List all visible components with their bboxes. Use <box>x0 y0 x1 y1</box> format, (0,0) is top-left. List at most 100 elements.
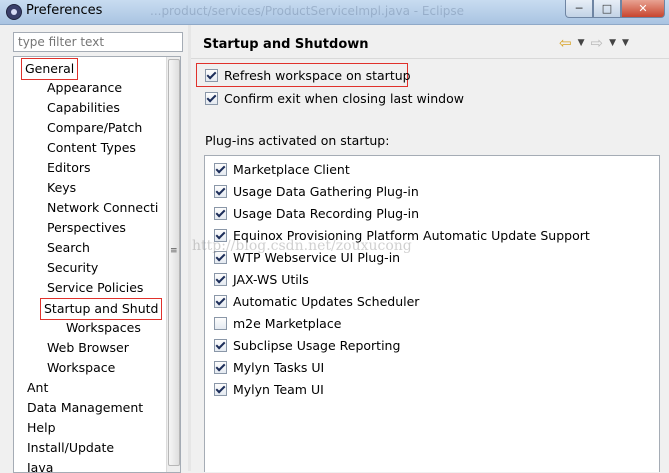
tree-item[interactable]: Appearance <box>44 78 125 98</box>
tree-item[interactable]: Search <box>44 238 93 258</box>
tree-item[interactable]: Security <box>44 258 101 278</box>
tree-item-label: Data Management <box>27 400 144 415</box>
plugin-row[interactable]: WTP Webservice UI Plug-in <box>214 248 400 266</box>
plugin-checkbox[interactable] <box>214 316 227 330</box>
view-menu-icon[interactable]: ▼ <box>622 38 629 48</box>
title-bar: Preferences ...product/services/ProductS… <box>0 0 669 25</box>
plugin-checkbox[interactable] <box>214 382 227 396</box>
tree-item[interactable]: Data Management <box>24 398 146 418</box>
tree-item[interactable]: Web Browser <box>44 338 132 358</box>
plugin-checkbox[interactable] <box>214 360 227 374</box>
back-dropdown-icon[interactable]: ▼ <box>578 38 585 48</box>
plugin-label: WTP Webservice UI Plug-in <box>233 249 401 265</box>
checkbox[interactable] <box>205 68 218 82</box>
tree-item[interactable]: Keys <box>44 178 79 198</box>
tree-item-label: Service Policies <box>47 280 144 295</box>
tree-item[interactable]: Compare/Patch <box>44 118 145 138</box>
tree-item-label: Network Connecti <box>47 200 159 215</box>
plugin-row[interactable]: Subclipse Usage Reporting <box>214 336 400 354</box>
plugin-label: Automatic Updates Scheduler <box>233 293 420 309</box>
title-separator <box>191 58 669 59</box>
plugin-label: m2e Marketplace <box>233 315 342 331</box>
plugin-checkbox[interactable] <box>214 184 227 198</box>
plugins-list: Marketplace Client Usage Data Gathering P… <box>204 155 660 472</box>
tree-item-label: Install/Update <box>27 440 115 455</box>
plugin-row[interactable]: Marketplace Client <box>214 160 350 178</box>
plugin-row[interactable]: Mylyn Tasks UI <box>214 358 324 376</box>
page-navigation: ⇦ ▼ ⇨ ▼ ▼ <box>559 35 629 51</box>
maximize-button[interactable]: □ <box>593 0 621 18</box>
tree-item-label: Startup and Shutd <box>40 298 163 320</box>
tree-item[interactable]: Capabilities <box>44 98 123 118</box>
tree-item[interactable]: Help <box>24 418 59 438</box>
tree-item-label: Workspace <box>47 360 116 375</box>
preferences-navigation: JavaInstall/UpdateHelpData ManagementAnt… <box>0 25 188 473</box>
plugin-checkbox[interactable] <box>214 338 227 352</box>
plugin-label: Usage Data Gathering Plug-in <box>233 183 419 199</box>
tree-item-label: Content Types <box>47 140 136 155</box>
tree-item-label: Perspectives <box>47 220 126 235</box>
plugin-label: Equinox Provisioning Platform Automatic … <box>233 227 590 243</box>
tree-item-label: General <box>21 58 79 80</box>
plugins-label: Plug-ins activated on startup: <box>205 133 390 148</box>
option-confirm-exit[interactable]: Confirm exit when closing last window <box>205 89 464 107</box>
option-label: Confirm exit when closing last window <box>224 90 464 106</box>
plugin-label: Mylyn Team UI <box>233 381 324 397</box>
plugin-checkbox[interactable] <box>214 294 227 308</box>
tree-item[interactable]: Ant <box>24 378 51 398</box>
plugin-checkbox[interactable] <box>214 206 227 220</box>
plugin-label: Mylyn Tasks UI <box>233 359 325 375</box>
plugin-checkbox[interactable] <box>214 228 227 242</box>
tree-item-label: Help <box>27 420 56 435</box>
plugin-checkbox[interactable] <box>214 272 227 286</box>
close-button[interactable]: ✕ <box>621 0 665 18</box>
minimize-button[interactable]: ─ <box>565 0 593 18</box>
back-arrow-icon[interactable]: ⇦ <box>559 35 572 51</box>
page-title: Startup and Shutdown <box>203 37 369 52</box>
tree-item-label: Security <box>47 260 99 275</box>
tree-item-label: Appearance <box>47 80 123 95</box>
window-title: Preferences <box>26 3 103 18</box>
tree-item[interactable]: Network Connecti <box>44 198 161 218</box>
tree-item-label: Editors <box>47 160 91 175</box>
tree-item-label: Capabilities <box>47 100 120 115</box>
plugin-row[interactable]: Equinox Provisioning Platform Automatic … <box>214 226 590 244</box>
option-refresh-workspace[interactable]: Refresh workspace on startup <box>205 66 411 84</box>
plugin-label: Subclipse Usage Reporting <box>233 337 401 353</box>
tree-item[interactable]: Startup and Shutd <box>40 298 163 320</box>
tree-item[interactable]: Workspaces <box>63 318 144 338</box>
tree-item[interactable]: Editors <box>44 158 94 178</box>
plugin-checkbox[interactable] <box>214 162 227 176</box>
tree-item[interactable]: Perspectives <box>44 218 129 238</box>
plugin-row[interactable]: JAX-WS Utils <box>214 270 309 288</box>
eclipse-app-icon <box>6 4 22 20</box>
scroll-grip-icon: ≡ <box>170 246 178 256</box>
filter-input[interactable] <box>13 32 183 52</box>
plugin-row[interactable]: Usage Data Recording Plug-in <box>214 204 419 222</box>
plugin-label: JAX-WS Utils <box>233 271 309 287</box>
plugin-row[interactable]: Automatic Updates Scheduler <box>214 292 419 310</box>
tree-item[interactable]: Content Types <box>44 138 139 158</box>
tree-scrollbar-thumb[interactable] <box>168 59 180 466</box>
tree-item[interactable]: Workspace <box>44 358 118 378</box>
plugin-checkbox[interactable] <box>214 250 227 264</box>
forward-dropdown-icon[interactable]: ▼ <box>609 38 616 48</box>
plugin-row[interactable]: Mylyn Team UI <box>214 380 324 398</box>
tree-item[interactable]: Install/Update <box>24 438 117 458</box>
tree-item-label: Workspaces <box>66 320 141 335</box>
tree-item-label: Compare/Patch <box>47 120 143 135</box>
option-label: Refresh workspace on startup <box>224 67 411 83</box>
tree-item[interactable]: General <box>21 58 79 80</box>
tree-item[interactable]: Service Policies <box>44 278 146 298</box>
checkbox[interactable] <box>205 91 218 105</box>
tree-item-label: Ant <box>27 380 49 395</box>
background-window-title: ...product/services/ProductServiceImpl.j… <box>150 4 465 18</box>
forward-arrow-icon[interactable]: ⇨ <box>591 35 604 51</box>
preference-page: Startup and Shutdown ⇦ ▼ ⇨ ▼ ▼ Refresh w… <box>191 25 669 472</box>
plugin-row[interactable]: m2e Marketplace <box>214 314 341 332</box>
plugin-row[interactable]: Usage Data Gathering Plug-in <box>214 182 419 200</box>
window-controls: ─ □ ✕ <box>565 0 665 18</box>
tree-scrollbar[interactable]: ≡ <box>166 57 180 472</box>
plugin-label: Usage Data Recording Plug-in <box>233 205 420 221</box>
tree-item-label: Keys <box>47 180 77 195</box>
